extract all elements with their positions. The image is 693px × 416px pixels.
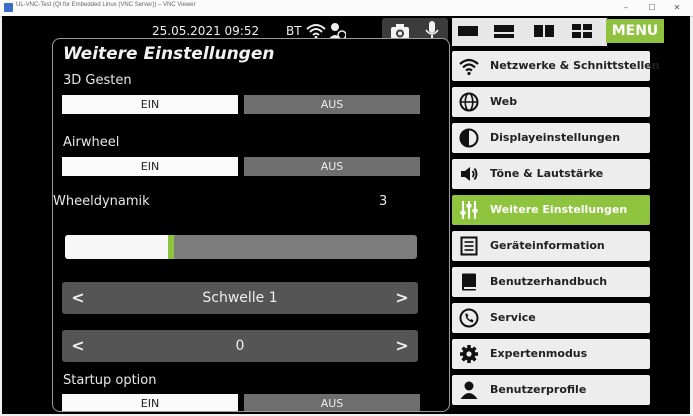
- panel-title: Weitere Einstellungen: [63, 44, 275, 64]
- sidebar-item-weitere[interactable]: Weitere Einstellungen: [452, 195, 650, 225]
- sidebar-item-service[interactable]: Service: [452, 303, 650, 333]
- startup-on-button[interactable]: EIN: [62, 394, 238, 411]
- sidebar-item-benutzerhandbuch[interactable]: Benutzerhandbuch: [452, 267, 650, 297]
- slider-handle[interactable]: [168, 235, 174, 259]
- settings-panel: Weitere Einstellungen 3D Gesten EIN AUS …: [52, 38, 450, 412]
- airwheel-on-button[interactable]: EIN: [62, 157, 238, 176]
- sidebar-item-label: Benutzerprofile: [490, 383, 587, 396]
- gesten-label: 3D Gesten: [63, 73, 132, 88]
- gesten-off-button[interactable]: AUS: [244, 95, 420, 114]
- stepper-value: 0: [235, 338, 245, 354]
- sidebar-item-display[interactable]: Displayeinstellungen: [452, 123, 650, 153]
- layout-split-vertical-icon[interactable]: [534, 23, 554, 39]
- sidebar-item-toene[interactable]: Töne & Lautstärke: [452, 159, 650, 189]
- schwelle-stepper: < Schwelle 1 >: [62, 282, 418, 314]
- document-icon: [460, 236, 478, 256]
- schwelle-value: Schwelle 1: [202, 290, 278, 306]
- wheeldynamik-slider[interactable]: [65, 235, 417, 259]
- speaker-icon: [461, 167, 478, 181]
- sidebar-item-label: Netzwerke & Schnittstellen: [490, 59, 660, 72]
- wifi-icon: [459, 58, 479, 76]
- user-icon: [460, 381, 478, 399]
- device-screen: 25.05.2021 09:52 BT MENU Weitere Einstel…: [2, 16, 690, 414]
- sidebar-item-web[interactable]: Web: [452, 87, 650, 117]
- sidebar-item-label: Geräteinformation: [490, 239, 605, 252]
- gesten-on-button[interactable]: EIN: [62, 95, 238, 114]
- wheeldynamik-value: 3: [379, 194, 388, 209]
- startup-off-button[interactable]: AUS: [244, 394, 420, 411]
- layout-grid-icon[interactable]: [572, 23, 592, 39]
- schwelle-prev-button[interactable]: <: [64, 282, 92, 314]
- vnc-app-icon: [4, 3, 13, 12]
- layout-split-horizontal-icon[interactable]: [494, 23, 514, 39]
- book-icon: [462, 273, 476, 291]
- phone-icon: [459, 308, 479, 328]
- startup-option-label: Startup option: [63, 373, 157, 388]
- wheeldynamik-label: Wheeldynamik: [53, 194, 150, 209]
- window-title: UL-VNC-Test (Qt for Embedded Linux (VNC …: [16, 2, 196, 8]
- window-titlebar: UL-VNC-Test (Qt for Embedded Linux (VNC …: [0, 0, 693, 17]
- layout-full-icon[interactable]: [458, 23, 478, 39]
- value-next-button[interactable]: >: [388, 330, 416, 362]
- globe-icon: [459, 92, 479, 112]
- sidebar-item-label: Töne & Lautstärke: [490, 167, 604, 180]
- sidebar-item-expertenmodus[interactable]: Expertenmodus: [452, 339, 650, 369]
- value-stepper: < 0 >: [62, 330, 418, 362]
- bluetooth-indicator: BT: [286, 24, 302, 38]
- sliders-icon: [460, 201, 478, 219]
- datetime-display: 25.05.2021 09:52: [152, 24, 260, 38]
- value-prev-button[interactable]: <: [64, 330, 92, 362]
- airwheel-off-button[interactable]: AUS: [244, 157, 420, 176]
- sidebar-item-label: Benutzerhandbuch: [490, 275, 608, 288]
- schwelle-next-button[interactable]: >: [388, 282, 416, 314]
- maximize-button[interactable]: ☐: [643, 1, 661, 14]
- slider-fill: [65, 235, 171, 259]
- sidebar-item-label: Displayeinstellungen: [490, 131, 621, 144]
- sidebar-item-netzwerke[interactable]: Netzwerke & Schnittstellen: [452, 51, 660, 81]
- sidebar-item-benutzerprofile[interactable]: Benutzerprofile: [452, 375, 650, 405]
- airwheel-label: Airwheel: [63, 135, 120, 150]
- sidebar-item-label: Weitere Einstellungen: [490, 203, 628, 216]
- close-button[interactable]: ✕: [668, 1, 686, 14]
- sidebar-item-label: Expertenmodus: [490, 347, 588, 360]
- gear-icon: [460, 345, 478, 363]
- sidebar-item-label: Service: [490, 311, 536, 324]
- sidebar-item-geraeteinformation[interactable]: Geräteinformation: [452, 231, 650, 261]
- contrast-icon: [459, 128, 479, 148]
- menu-button[interactable]: MENU: [606, 19, 664, 43]
- sidebar-item-label: Web: [490, 95, 518, 108]
- minimize-button[interactable]: –: [617, 1, 635, 14]
- wifi-icon: [306, 24, 326, 39]
